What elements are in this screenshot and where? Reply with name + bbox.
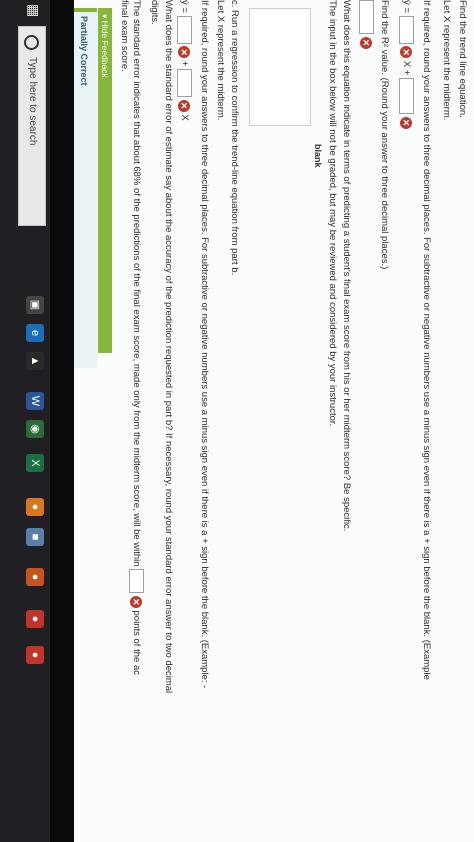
r2-input[interactable] — [359, 0, 374, 34]
points-of-the-label: points of the ac — [130, 610, 142, 675]
wrong-icon: ✕ — [178, 99, 191, 112]
part-c: c. Run a regression to confirm the trend… — [229, 0, 240, 276]
edge-icon[interactable]: e — [26, 324, 44, 342]
blank-label: blank — [313, 144, 323, 168]
equation-question: What does this equation indicate in term… — [341, 0, 352, 532]
input-note: The input in the box below will not be g… — [327, 0, 338, 427]
r2-prompt: Find the R² value. (Round your answer to… — [379, 0, 390, 270]
slope-input-2[interactable] — [177, 69, 192, 98]
let-x-midterm-2: Let X represent the midterm. — [215, 0, 226, 121]
cortana-icon — [24, 35, 39, 50]
let-x-midterm: Let X represent the midterm. — [441, 0, 452, 121]
round-instructions: If required, round your answers to three… — [421, 0, 432, 680]
wrong-icon: ✕ — [178, 46, 191, 59]
windows-start-icon[interactable]: ▦ — [25, 4, 42, 17]
app-icon-3[interactable]: ● — [26, 646, 44, 664]
intercept-input[interactable] — [399, 78, 414, 115]
std-error-statement: The standard error indicates that about … — [129, 0, 144, 675]
slope-input[interactable] — [399, 15, 414, 44]
app-icon[interactable]: ● — [26, 568, 44, 586]
trend-title: Find the trend line equation. — [457, 0, 468, 118]
excel-icon[interactable]: X — [26, 454, 44, 472]
taskbar: ▦ Type here to search ▣ e ▲ W ◉ X ● ■ ● … — [0, 0, 50, 842]
wrong-icon: ✕ — [400, 46, 413, 59]
intercept-input-2[interactable] — [177, 15, 192, 44]
app-icon-2[interactable]: ● — [26, 610, 44, 628]
wrong-icon: ✕ — [130, 595, 143, 608]
task-view-icon[interactable]: ▣ — [26, 296, 44, 314]
word-icon[interactable]: W — [26, 392, 44, 410]
equation-row: ŷ = ✕ X + ✕ — [399, 0, 414, 129]
x-label-2: X — [178, 114, 190, 121]
x-plus-label: X + — [400, 60, 412, 76]
digits-label: digits. — [149, 0, 160, 25]
photos-icon[interactable]: ■ — [26, 528, 44, 546]
hide-feedback-button[interactable]: ▾ Hide Feedback — [98, 8, 112, 353]
taskbar-search-box[interactable]: Type here to search — [18, 26, 46, 226]
wrong-icon: ✕ — [360, 36, 373, 49]
r2-row: ✕ — [359, 0, 374, 49]
question-page: Find the trend line equation. Let X repr… — [74, 0, 474, 842]
store-icon[interactable]: ▲ — [26, 352, 44, 370]
wrong-icon: ✕ — [400, 116, 413, 129]
response-textarea[interactable] — [249, 8, 311, 126]
firefox-icon[interactable]: ● — [26, 498, 44, 516]
partially-correct-label: Partially Correct — [79, 16, 89, 86]
std-error-input[interactable] — [129, 569, 144, 594]
std-error-text: The standard error indicates that about … — [130, 0, 142, 567]
plus-label-2: + — [178, 60, 190, 67]
final-exam-score-label: final exam score. — [119, 0, 130, 72]
round-instructions-2: If required, round your answers to three… — [199, 0, 210, 689]
equation-row-2: ŷ = ✕ + ✕ X — [177, 0, 192, 121]
search-placeholder: Type here to search — [27, 57, 38, 146]
yhat-label-2: ŷ = — [178, 0, 190, 13]
rotated-screen: Find the trend line equation. Let X repr… — [0, 0, 474, 842]
yhat-label: ŷ = — [400, 0, 412, 13]
chrome-icon[interactable]: ◉ — [26, 420, 44, 438]
std-error-question: What does the standard error of estimate… — [163, 0, 174, 694]
